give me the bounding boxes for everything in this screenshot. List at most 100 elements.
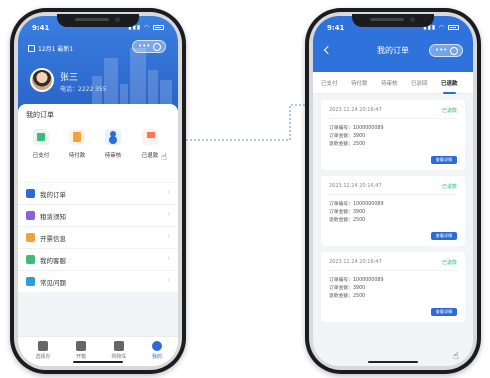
order-entry-label: 待付款 [68, 153, 86, 159]
chevron-right-icon: › [167, 276, 170, 284]
refund-amount: 退款金额：2500 [329, 294, 366, 299]
order-entry-paid[interactable]: 已支付 [26, 129, 56, 159]
more-icon[interactable]: ••• [435, 46, 447, 54]
chevron-right-icon: › [167, 188, 170, 196]
menu-item-customer-service[interactable]: 我的客服 › [18, 249, 178, 271]
service-icon [26, 255, 35, 264]
paid-icon [33, 129, 49, 145]
battery-icon [448, 25, 459, 30]
order-time: 2023.12.24 20:16:47 [329, 183, 382, 189]
status-time: 9:41 [32, 24, 50, 32]
skyline-decoration [92, 46, 172, 106]
chevron-right-icon: › [167, 232, 170, 240]
view-details-button[interactable]: 查看详情 [431, 308, 457, 316]
user-name: 张三 [60, 73, 79, 83]
menu-item-faq[interactable]: 常见问题 › [18, 271, 178, 293]
company-selector[interactable]: 12月1 最新1 [28, 44, 73, 53]
box-icon [76, 341, 86, 351]
menu-item-my-orders[interactable]: 我的订单 › [18, 183, 178, 205]
order-icon [26, 189, 35, 198]
status-badge: 已退款 [441, 184, 457, 190]
status-badge: 已退款 [441, 108, 457, 114]
tab-label: 选择办 [35, 354, 51, 360]
avatar[interactable] [30, 68, 54, 92]
my-orders-card: 我的订单 已支付 待付款 待审核 已退款 ☝ [18, 104, 178, 182]
battery-icon [153, 25, 164, 30]
status-time: 9:41 [327, 24, 345, 32]
tab-rejected[interactable]: 已驳回 [411, 79, 428, 87]
profile-icon [152, 341, 162, 351]
menu-item-label: 租赁须知 [40, 213, 66, 221]
location-icon [38, 341, 48, 351]
refund-amount: 退款金额：2500 [329, 218, 366, 223]
mini-program-capsule[interactable]: ••• [132, 40, 166, 53]
status-badge: 已退款 [441, 260, 457, 266]
tab-label: 我的 [151, 354, 162, 360]
tab-box[interactable]: 开箱 [66, 341, 96, 360]
mini-program-capsule[interactable]: ••• [429, 44, 463, 57]
orders-title: 我的订单 [26, 111, 54, 119]
right-phone-frame: 9:41 ▮▮▮ ◠ 我的订单 ••• 已支付 待付款 待审核 已驳回 已退款 … [305, 8, 481, 374]
more-icon[interactable]: ••• [138, 42, 150, 50]
profile-screen: 9:41 ▮▮▮ ◠ ••• 12月1 最新1 张三 电话：2222 355 我… [18, 16, 178, 366]
close-circle-icon[interactable] [450, 47, 458, 55]
tab-profile[interactable]: 我的 [142, 341, 172, 360]
menu-list: 我的订单 › 租赁须知 › 开票信息 › 我的客服 › 常见问题 › [18, 183, 178, 293]
menu-item-invoice-info[interactable]: 开票信息 › [18, 227, 178, 249]
order-time: 2023.12.24 20:16:47 [329, 107, 382, 113]
menu-item-label: 常见问题 [40, 279, 66, 287]
notice-icon [26, 211, 35, 220]
order-number: 订单编号：1000000089 [329, 126, 384, 131]
order-amount: 订单金额：3900 [329, 210, 366, 215]
order-status-tabs: 已支付 待付款 待审核 已驳回 已退款 [313, 72, 473, 94]
profile-header: 9:41 ▮▮▮ ◠ ••• 12月1 最新1 张三 电话：2222 355 [18, 16, 178, 114]
building-icon [28, 45, 35, 52]
tab-label: 购物车 [111, 354, 127, 360]
order-card: 2023.12.24 20:16:47 已退款 订单编号：1000000089 … [321, 176, 465, 246]
home-indicator [73, 361, 123, 363]
order-card: 2023.12.24 20:16:47 已退款 订单编号：1000000089 … [321, 252, 465, 322]
refund-icon [142, 129, 158, 145]
cart-icon [114, 341, 124, 351]
menu-item-label: 开票信息 [40, 235, 66, 243]
close-circle-icon[interactable] [153, 43, 161, 51]
order-number: 订单编号：1000000089 [329, 278, 384, 283]
company-name: 12月1 最新1 [38, 46, 74, 53]
divider [329, 270, 457, 271]
tap-hand-icon: ☝ [161, 152, 168, 163]
order-entry-review[interactable]: 待审核 [98, 129, 128, 159]
menu-item-rental-notice[interactable]: 租赁须知 › [18, 205, 178, 227]
menu-item-label: 我的客服 [40, 257, 66, 265]
tab-pending-review[interactable]: 待审核 [381, 79, 398, 87]
view-details-button[interactable]: 查看详情 [431, 156, 457, 164]
tab-paid[interactable]: 已支付 [321, 79, 338, 87]
order-amount: 订单金额：3900 [329, 286, 366, 291]
invoice-icon [26, 233, 35, 242]
phone-notch [352, 14, 434, 27]
order-time: 2023.12.24 20:16:47 [329, 259, 382, 265]
bottom-tab-bar: 选择办 开箱 购物车 我的 [18, 336, 178, 366]
orders-screen: 9:41 ▮▮▮ ◠ 我的订单 ••• 已支付 待付款 待审核 已驳回 已退款 … [313, 16, 473, 366]
order-card: 2023.12.24 20:16:47 已退款 订单编号：1000000089 … [321, 100, 465, 170]
chevron-right-icon: › [167, 254, 170, 262]
order-entry-label: 已支付 [32, 153, 50, 159]
left-phone-frame: 9:41 ▮▮▮ ◠ ••• 12月1 最新1 张三 电话：2222 355 我… [10, 8, 186, 374]
home-indicator [368, 361, 418, 363]
order-entry-pending-payment[interactable]: 待付款 [62, 129, 92, 159]
tab-location[interactable]: 选择办 [28, 341, 58, 360]
faq-icon [26, 277, 35, 286]
menu-item-label: 我的订单 [40, 191, 66, 199]
tab-refunded[interactable]: 已退款 [441, 79, 458, 94]
tab-label: 开箱 [75, 354, 86, 360]
review-icon [105, 129, 121, 145]
order-number: 订单编号：1000000089 [329, 202, 384, 207]
phone-notch [57, 14, 139, 27]
refund-amount: 退款金额：2500 [329, 142, 366, 147]
pending-payment-icon [69, 129, 85, 145]
user-phone: 电话：2222 355 [60, 86, 107, 93]
tab-cart[interactable]: 购物车 [104, 341, 134, 360]
view-details-button[interactable]: 查看详情 [431, 232, 457, 240]
chevron-right-icon: › [167, 210, 170, 218]
tap-hand-icon: ☝ [452, 351, 459, 362]
tab-pending-payment[interactable]: 待付款 [351, 79, 368, 87]
